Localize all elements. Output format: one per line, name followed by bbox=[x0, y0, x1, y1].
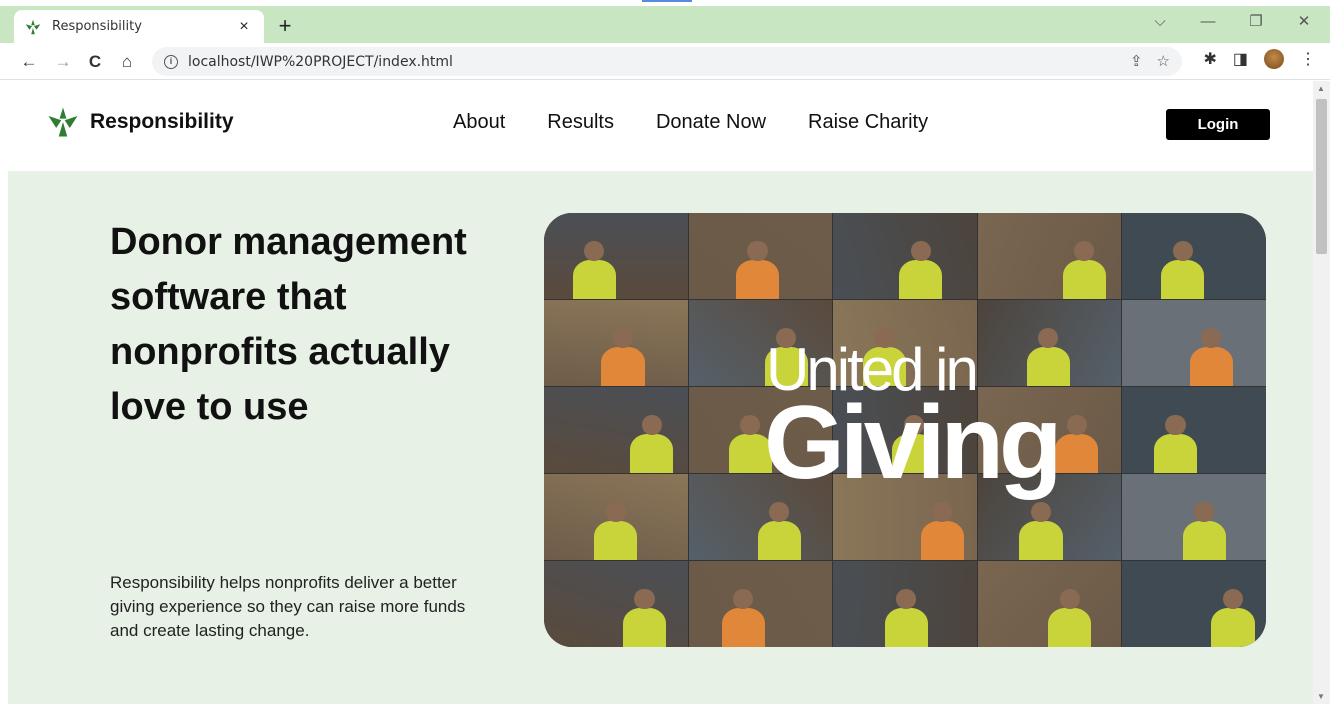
main-nav: About Results Donate Now Raise Charity bbox=[453, 111, 928, 134]
collage-photo-tile bbox=[977, 213, 1122, 299]
collage-photo-tile bbox=[688, 300, 833, 386]
tab-strip: Responsibility × + bbox=[0, 6, 1330, 43]
collage-photo-tile bbox=[544, 213, 688, 299]
collage-photo-tile bbox=[977, 300, 1122, 386]
page-viewport: Responsibility About Results Donate Now … bbox=[0, 81, 1330, 704]
browser-chrome: Responsibility × + ⌵ — ❐ ✕ ← → C ⌂ i loc… bbox=[0, 0, 1330, 80]
collage-photo-tile bbox=[688, 561, 833, 647]
login-button[interactable]: Login bbox=[1166, 109, 1270, 140]
collage-photo-tile bbox=[977, 387, 1122, 473]
nav-donate-now[interactable]: Donate Now bbox=[656, 111, 766, 134]
collage-photo-tile bbox=[833, 561, 977, 647]
page-scrollbar[interactable]: ▲ ▼ bbox=[1313, 81, 1330, 704]
site-info-icon[interactable]: i bbox=[164, 54, 178, 69]
forward-button[interactable]: → bbox=[50, 49, 76, 75]
collage-photo-tile bbox=[833, 213, 977, 299]
url-text: localhost/IWP%20PROJECT/index.html bbox=[188, 53, 453, 70]
star-leaf-logo-icon bbox=[48, 107, 78, 137]
nav-raise-charity[interactable]: Raise Charity bbox=[808, 111, 928, 134]
browser-tab[interactable]: Responsibility × bbox=[14, 10, 264, 43]
window-controls: ⌵ — ❐ ✕ bbox=[1136, 6, 1328, 36]
nav-about[interactable]: About bbox=[453, 111, 505, 134]
reload-button[interactable]: C bbox=[82, 49, 108, 75]
address-bar[interactable]: i localhost/IWP%20PROJECT/index.html ⇪ ☆ bbox=[152, 47, 1182, 76]
tab-title: Responsibility bbox=[52, 19, 142, 34]
collage-photo-tile bbox=[688, 387, 833, 473]
minimize-button[interactable]: — bbox=[1184, 13, 1232, 30]
browser-menu-icon[interactable]: ⋮ bbox=[1300, 49, 1316, 69]
scroll-up-arrow-icon[interactable]: ▲ bbox=[1317, 84, 1325, 93]
site-logo[interactable]: Responsibility bbox=[46, 105, 234, 139]
collage-photo-tile bbox=[544, 300, 688, 386]
profile-avatar[interactable] bbox=[1264, 49, 1284, 69]
tab-search-icon[interactable]: ⌵ bbox=[1136, 13, 1184, 30]
collage-photo-tile bbox=[544, 387, 688, 473]
side-panel-icon[interactable]: ◨ bbox=[1233, 49, 1248, 69]
collage-photo-tile bbox=[833, 387, 977, 473]
brand-name: Responsibility bbox=[90, 110, 234, 133]
collage-photo-tile bbox=[977, 474, 1122, 560]
collage-photo-tile bbox=[833, 300, 977, 386]
home-button[interactable]: ⌂ bbox=[114, 49, 140, 75]
address-toolbar: ← → C ⌂ i localhost/IWP%20PROJECT/index.… bbox=[0, 43, 1330, 80]
collage-photo-tile bbox=[833, 474, 977, 560]
collage-photo-tile bbox=[688, 213, 833, 299]
hero-description: Responsibility helps nonprofits deliver … bbox=[110, 573, 466, 640]
favicon-icon bbox=[25, 19, 41, 34]
collage-photo-tile bbox=[977, 561, 1122, 647]
new-tab-button[interactable]: + bbox=[272, 14, 298, 40]
close-window-button[interactable]: ✕ bbox=[1280, 12, 1328, 30]
tab-close-icon[interactable]: × bbox=[234, 18, 254, 36]
collage-photo-tile bbox=[1122, 213, 1266, 299]
site-header: Responsibility About Results Donate Now … bbox=[8, 81, 1308, 171]
extensions-icon[interactable]: ✱ bbox=[1203, 49, 1216, 69]
collage-photo-tile bbox=[1122, 474, 1266, 560]
bookmark-star-icon[interactable]: ☆ bbox=[1157, 52, 1170, 70]
collage-photo-tile bbox=[1122, 300, 1266, 386]
back-button[interactable]: ← bbox=[16, 49, 42, 75]
scrollbar-thumb[interactable] bbox=[1316, 99, 1327, 254]
window-focus-indicator bbox=[642, 0, 692, 2]
hero-headline: Donor management software that nonprofit… bbox=[110, 221, 467, 428]
collage-photo-tile bbox=[1122, 561, 1266, 647]
collage-photo-tile bbox=[544, 561, 688, 647]
collage-photo-tile bbox=[1122, 387, 1266, 473]
collage-photo-tile bbox=[544, 474, 688, 560]
share-icon[interactable]: ⇪ bbox=[1130, 52, 1143, 70]
hero-image-collage bbox=[544, 213, 1266, 647]
scroll-down-arrow-icon[interactable]: ▼ bbox=[1317, 692, 1325, 701]
hero-section: Donor management software that nonprofit… bbox=[8, 171, 1313, 704]
nav-results[interactable]: Results bbox=[547, 111, 614, 134]
collage-photo-tile bbox=[688, 474, 833, 560]
restore-button[interactable]: ❐ bbox=[1232, 12, 1280, 30]
